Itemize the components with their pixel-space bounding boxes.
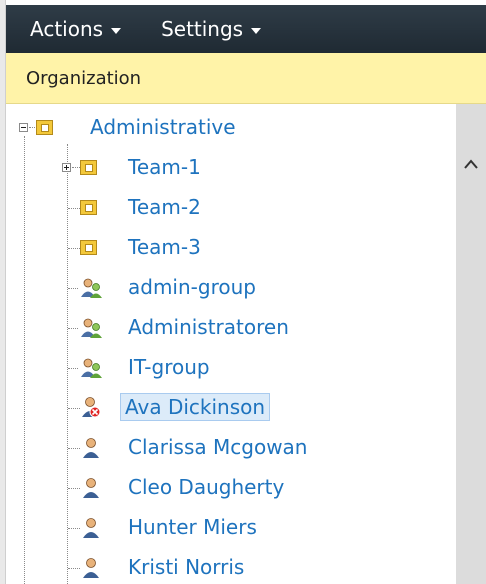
- tree-connector: [68, 448, 80, 449]
- organization-tree: Administrative Team-1 Team-2 Team-3 admi…: [6, 104, 456, 584]
- menu-bar: Actions Settings: [6, 5, 486, 53]
- tree-connector: [68, 208, 80, 209]
- disabled-user-icon: [82, 397, 101, 418]
- tree-connector: [72, 167, 80, 168]
- chevron-up-icon: [464, 159, 478, 169]
- tree-node-it-group[interactable]: IT-group: [128, 354, 210, 380]
- user-icon: [83, 478, 99, 498]
- tree-node-kristi-norris[interactable]: Kristi Norris: [128, 554, 244, 580]
- tree-connector: [68, 408, 80, 409]
- tree-node-team-2[interactable]: Team-2: [128, 194, 201, 220]
- caret-down-icon: [111, 28, 122, 34]
- org-unit-folder-icon: [80, 200, 97, 215]
- tree-node-clarissa-mcgowan[interactable]: Clarissa Mcgowan: [128, 434, 307, 460]
- tree-connector: [68, 368, 78, 369]
- tree-connector: [68, 528, 80, 529]
- user-icon: [83, 438, 99, 458]
- tree-node-admin-group[interactable]: admin-group: [128, 274, 256, 300]
- settings-menu[interactable]: Settings: [161, 17, 262, 41]
- plus-box-icon[interactable]: [62, 163, 71, 172]
- tree-connector: [29, 127, 35, 128]
- scroll-up-button[interactable]: [456, 152, 486, 176]
- vertical-scrollbar[interactable]: [456, 104, 486, 584]
- org-unit-folder-icon: [80, 160, 97, 175]
- tree-connector: [68, 488, 80, 489]
- tree-connector: [68, 288, 78, 289]
- tree-node-team-3[interactable]: Team-3: [128, 234, 201, 260]
- group-icon: [81, 278, 102, 298]
- settings-menu-label: Settings: [161, 17, 244, 41]
- tree-connector: [68, 568, 80, 569]
- tree-node-cleo-daugherty[interactable]: Cleo Daugherty: [128, 474, 284, 500]
- tree-node-administratoren[interactable]: Administratoren: [128, 314, 289, 340]
- tree-node-hunter-miers[interactable]: Hunter Miers: [128, 514, 257, 540]
- group-icon: [81, 358, 102, 378]
- org-unit-folder-icon: [80, 240, 97, 255]
- user-icon: [83, 518, 99, 538]
- tree-header: Organization: [6, 53, 486, 104]
- header-title: Organization: [26, 67, 142, 89]
- user-icon: [83, 558, 99, 578]
- minus-box-icon[interactable]: [19, 123, 28, 132]
- actions-menu-label: Actions: [30, 17, 104, 41]
- group-icon: [81, 318, 102, 338]
- tree-node-administrative[interactable]: Administrative: [90, 114, 236, 140]
- tree-connector: [24, 136, 25, 584]
- tree-connector: [68, 248, 80, 249]
- tree-connector: [68, 328, 78, 329]
- tree-node-ava-dickinson[interactable]: Ava Dickinson: [120, 393, 271, 421]
- tree-node-team-1[interactable]: Team-1: [128, 154, 201, 180]
- caret-down-icon: [251, 28, 262, 34]
- tree-connector: [67, 144, 68, 584]
- org-unit-folder-icon: [36, 120, 53, 135]
- actions-menu[interactable]: Actions: [30, 17, 122, 41]
